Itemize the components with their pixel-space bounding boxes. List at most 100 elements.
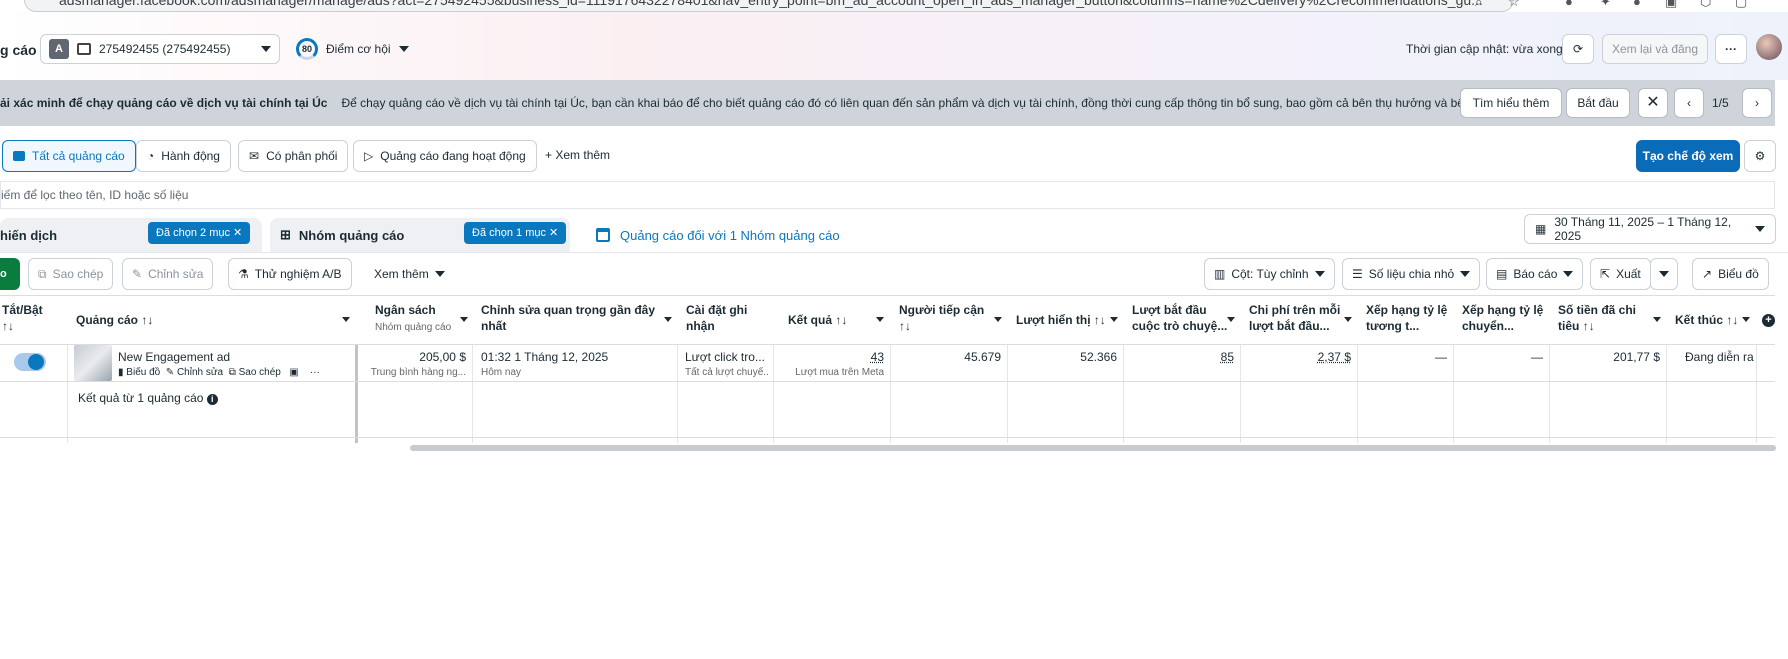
ad-name[interactable]: New Engagement ad: [118, 350, 230, 364]
grid-icon: ⊞: [280, 227, 291, 242]
see-more-button[interactable]: Xem thêm: [364, 258, 455, 290]
breakdown-button[interactable]: ☰ Số liệu chia nhỏ: [1342, 258, 1481, 290]
cell-cost-per[interactable]: 2,37 $: [1243, 350, 1351, 364]
chevron-down-icon: [1659, 271, 1669, 277]
copy-button[interactable]: ⧉ Sao chép: [28, 258, 114, 290]
extension-icon[interactable]: ⬡: [1700, 0, 1711, 10]
extension-icon[interactable]: ✦: [1600, 0, 1611, 10]
extension-icon[interactable]: ▣: [1665, 0, 1677, 10]
extension-icon[interactable]: ▢: [1735, 0, 1747, 10]
copy-label: Sao chép: [52, 267, 104, 281]
sort-icon: ↑↓: [2, 319, 14, 333]
ad-thumbnail[interactable]: [74, 345, 112, 381]
header-budget[interactable]: Ngân sách Nhóm quảng cáo: [375, 302, 455, 336]
header-engagement-rank[interactable]: Xếp hạng tỷ lệ tương t...: [1366, 302, 1448, 334]
star-icon[interactable]: ☆: [1508, 0, 1520, 10]
export-label: Xuất: [1616, 267, 1641, 281]
ad-row-actions: ▮ Biểu đồ ✎ Chỉnh sửa ⧉ Sao chép ▣ ···: [118, 367, 320, 378]
create-button[interactable]: o: [0, 258, 20, 290]
ad-toggle[interactable]: [14, 353, 46, 371]
tab-actions[interactable]: ◔ Hành động: [136, 140, 231, 172]
header-attribution[interactable]: Cài đặt ghi nhận: [686, 302, 756, 334]
chevron-down-icon[interactable]: [1742, 317, 1750, 322]
info-icon[interactable]: i: [206, 394, 218, 405]
chevron-right-icon[interactable]: ›: [1742, 88, 1772, 118]
header-results[interactable]: Kết quả ↑↓: [788, 312, 847, 328]
report-icon: ▤: [1496, 267, 1508, 281]
avatar[interactable]: [1756, 34, 1782, 60]
ab-test-button[interactable]: ⚗ Thử nghiệm A/B: [228, 258, 352, 290]
row-edit-link[interactable]: Chỉnh sửa: [177, 367, 223, 378]
tab-ads[interactable]: Quảng cáo đối với 1 Nhóm quảng cáo: [584, 218, 890, 252]
chevron-down-icon[interactable]: [1653, 317, 1661, 322]
tab-delivery[interactable]: ✉ Có phân phối: [238, 140, 349, 172]
create-view-button[interactable]: Tạo chế độ xem: [1636, 140, 1740, 172]
address-bar[interactable]: adsmanager.facebook.com/adsmanager/manag…: [24, 0, 1514, 12]
sort-icon: ↑↓: [835, 313, 848, 327]
account-selector[interactable]: A 275492455 (275492455): [40, 34, 280, 64]
header-conversations[interactable]: Lượt bắt đầu cuộc trò chuyệ...: [1132, 302, 1228, 334]
export-menu-button[interactable]: [1650, 258, 1678, 290]
chevron-down-icon[interactable]: [994, 317, 1002, 322]
review-publish-button[interactable]: Xem lại và đăng: [1602, 34, 1708, 64]
sliders-icon[interactable]: ⚙: [1744, 140, 1776, 172]
tab-label: Quảng cáo đối với 1 Nhóm quảng cáo: [620, 227, 840, 243]
ad-icon: [596, 228, 610, 242]
reports-button[interactable]: ▤ Báo cáo: [1486, 258, 1584, 290]
search-input[interactable]: iếm để lọc theo tên, ID hoặc số liệu: [0, 181, 1775, 209]
opportunity-score[interactable]: 80 Điểm cơ hội: [296, 38, 409, 60]
pencil-icon: ✎: [165, 367, 175, 378]
more-options-button[interactable]: ···: [1715, 34, 1747, 64]
cell-last-edit: 01:32 1 Tháng 12, 2025: [481, 350, 609, 364]
extension-icon[interactable]: ●: [1633, 0, 1641, 9]
chevron-down-icon[interactable]: [342, 317, 350, 322]
learn-more-button[interactable]: Tìm hiểu thêm: [1460, 88, 1562, 118]
header-ends[interactable]: Kết thúc ↑↓: [1675, 312, 1738, 328]
more-icon[interactable]: ···: [310, 367, 320, 378]
export-button[interactable]: ⇱ Xuất: [1590, 258, 1651, 290]
adset-selected-chip[interactable]: Đã chọn 1 mục ✕: [464, 222, 567, 244]
chevron-down-icon: [261, 46, 271, 52]
start-button[interactable]: Bắt đầu: [1566, 88, 1630, 118]
row-chart-link[interactable]: Biểu đồ: [126, 367, 160, 378]
header-spent[interactable]: Số tiền đã chi tiêu ↑↓: [1558, 302, 1648, 334]
chevron-down-icon[interactable]: [1110, 317, 1118, 322]
chevron-down-icon: [398, 46, 409, 52]
extension-icon[interactable]: ●: [1565, 0, 1573, 9]
header-toggle[interactable]: Tắt/Bật ↑↓: [2, 302, 62, 334]
view-tabs: Tất cả quảng cáo ◔ Hành động ✉ Có phân p…: [0, 138, 1788, 172]
close-icon[interactable]: ✕: [1638, 88, 1668, 118]
header-reach[interactable]: Người tiếp cận ↑↓: [899, 302, 989, 334]
header-conversion-rank[interactable]: Xếp hạng tỷ lệ chuyển...: [1462, 302, 1544, 334]
search-icon[interactable]: ⌕: [1475, 0, 1482, 10]
date-range-picker[interactable]: ▦ 30 Tháng 11, 2025 – 1 Tháng 12, 2025: [1524, 214, 1776, 244]
edit-button[interactable]: ✎ Chỉnh sửa: [122, 258, 214, 290]
refresh-button[interactable]: ⟳: [1562, 34, 1594, 64]
chevron-down-icon[interactable]: [1344, 317, 1352, 322]
chevron-down-icon[interactable]: [460, 317, 468, 322]
header-last-edit[interactable]: Chỉnh sửa quan trọng gần đây nhất: [481, 302, 661, 334]
chevron-down-icon[interactable]: [876, 317, 884, 322]
cell-conversations[interactable]: 85: [1126, 350, 1234, 364]
image-icon[interactable]: ▣: [289, 367, 298, 378]
campaign-selected-chip[interactable]: Đã chọn 2 mục ✕: [148, 222, 251, 244]
columns-button[interactable]: ▥ Cột: Tùy chỉnh: [1204, 258, 1335, 290]
header-impressions[interactable]: Lượt hiển thị ↑↓: [1016, 312, 1106, 328]
chevron-left-icon[interactable]: ‹: [1674, 88, 1704, 118]
header-cost-per[interactable]: Chi phí trên mỗi lượt bắt đầu...: [1249, 302, 1345, 334]
header-ad[interactable]: Quảng cáo ↑↓: [76, 312, 153, 328]
see-more-views[interactable]: + Xem thêm: [545, 148, 610, 162]
add-column-icon[interactable]: +: [1762, 314, 1775, 327]
horizontal-scrollbar[interactable]: [410, 445, 1776, 451]
chevron-down-icon[interactable]: [1227, 317, 1235, 322]
toggle-knob: [28, 354, 44, 370]
cell-results[interactable]: 43: [776, 350, 884, 364]
chevron-down-icon[interactable]: [664, 317, 672, 322]
cell-results-sub: Lượt mua trên Meta: [795, 367, 884, 378]
chart-button[interactable]: ↗ Biểu đồ: [1692, 258, 1769, 290]
see-more-label: Xem thêm: [555, 148, 611, 162]
tab-label: Nhóm quảng cáo: [298, 227, 405, 243]
tab-active-ads[interactable]: ▷ Quảng cáo đang hoạt động: [353, 140, 537, 172]
tab-all-ads[interactable]: Tất cả quảng cáo: [2, 140, 136, 172]
row-copy-link[interactable]: Sao chép: [239, 367, 281, 378]
